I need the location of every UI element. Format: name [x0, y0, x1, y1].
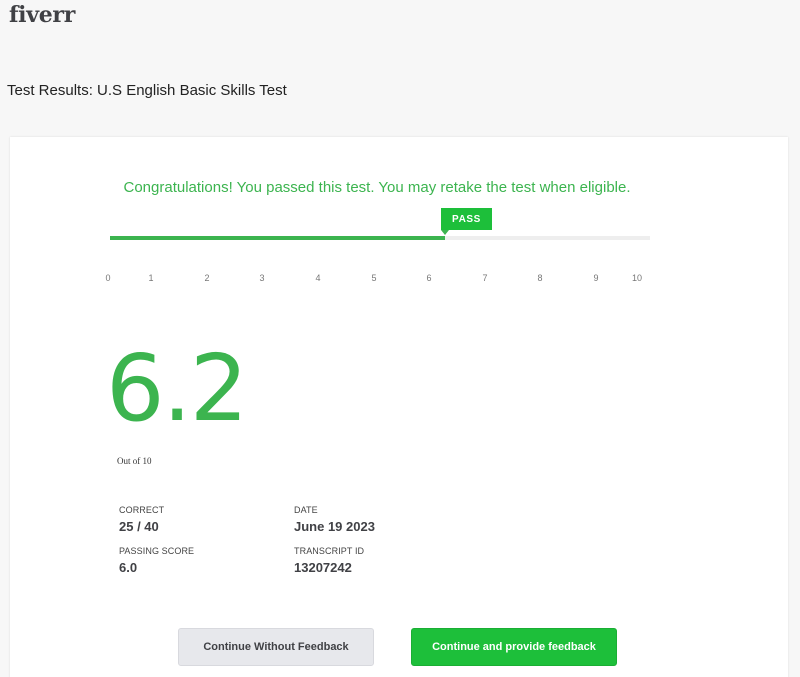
- page-title: Test Results: U.S English Basic Skills T…: [7, 82, 287, 99]
- continue-with-feedback-button[interactable]: Continue and provide feedback: [411, 628, 617, 666]
- score-value: 6.2: [106, 335, 248, 442]
- page: fiverr Test Results: U.S English Basic S…: [0, 0, 800, 677]
- stat-transcript-id-label: TRANSCRIPT ID: [294, 546, 365, 556]
- score-progress-fill: [110, 236, 445, 240]
- stat-date-label: DATE: [294, 505, 318, 515]
- stat-passing-score: PASSING SCORE 6.0: [119, 546, 194, 575]
- continue-without-feedback-button[interactable]: Continue Without Feedback: [178, 628, 374, 666]
- scale-tick-label: 10: [631, 273, 643, 283]
- scale-tick-label: 3: [259, 273, 265, 283]
- scale-tick-label: 1: [148, 273, 154, 283]
- stat-transcript-id: TRANSCRIPT ID 13207242: [294, 546, 364, 575]
- score-marker-icon: [441, 230, 449, 235]
- stat-date-value: June 19 2023: [294, 519, 375, 534]
- results-card: Congratulations! You passed this test. Y…: [10, 137, 788, 677]
- scale-tick-label: 4: [315, 273, 321, 283]
- congratulations-text: Congratulations! You passed this test. Y…: [123, 179, 631, 196]
- stat-transcript-id-value: 13207242: [294, 560, 352, 575]
- scale-tick-label: 0: [105, 273, 111, 283]
- fiverr-logo[interactable]: fiverr: [9, 2, 75, 28]
- scale-tick-label: 7: [482, 273, 488, 283]
- score-out-of: Out of 10: [117, 456, 152, 466]
- scale-tick-label: 5: [371, 273, 377, 283]
- congratulations-message: Congratulations! You passed this test. Y…: [10, 179, 744, 196]
- scale-tick-label: 2: [204, 273, 210, 283]
- stat-correct-value: 25 / 40: [119, 519, 159, 534]
- stat-passing-score-value: 6.0: [119, 560, 138, 575]
- stat-passing-score-label: PASSING SCORE: [119, 546, 195, 556]
- scale-tick-label: 6: [426, 273, 432, 283]
- stat-correct-label: CORRECT: [119, 505, 165, 515]
- scale-tick-label: 9: [593, 273, 599, 283]
- score-progress-track: [110, 236, 650, 240]
- stat-correct: CORRECT 25 / 40: [119, 505, 164, 534]
- score-scale: 0 1 2 3 4 5 6 7 8 9 10: [10, 273, 788, 287]
- scale-tick-label: 8: [537, 273, 543, 283]
- pass-badge: PASS: [441, 208, 492, 230]
- stat-date: DATE June 19 2023: [294, 505, 375, 534]
